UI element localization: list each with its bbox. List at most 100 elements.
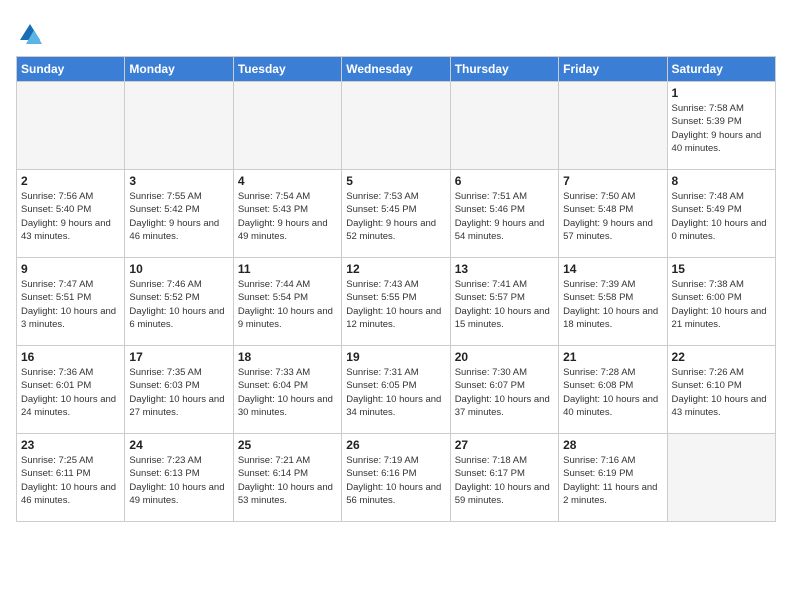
day-info: Sunrise: 7:50 AM Sunset: 5:48 PM Dayligh… — [563, 190, 662, 243]
logo-icon — [16, 20, 44, 48]
day-number: 27 — [455, 438, 554, 452]
day-number: 18 — [238, 350, 337, 364]
calendar-day-4: 4Sunrise: 7:54 AM Sunset: 5:43 PM Daylig… — [233, 170, 341, 258]
day-number: 20 — [455, 350, 554, 364]
calendar-day-17: 17 Sunrise: 7:35 AM Sunset: 6:03 PM Dayli… — [125, 346, 233, 434]
day-number: 16 — [21, 350, 120, 364]
calendar-day-26: 26Sunrise: 7:19 AM Sunset: 6:16 PM Dayli… — [342, 434, 450, 522]
day-info: Sunrise: 7:16 AM Sunset: 6:19 PM Dayligh… — [563, 454, 662, 507]
calendar-day-18: 18 Sunrise: 7:33 AM Sunset: 6:04 PM Dayli… — [233, 346, 341, 434]
calendar-day-23: 23Sunrise: 7:25 AM Sunset: 6:11 PM Dayli… — [17, 434, 125, 522]
day-number: 8 — [672, 174, 771, 188]
calendar-day-14: 14 Sunrise: 7:39 AM Sunset: 5:58 PM Dayli… — [559, 258, 667, 346]
page-header — [16, 16, 776, 48]
calendar-day-21: 21 Sunrise: 7:28 AM Sunset: 6:08 PM Dayli… — [559, 346, 667, 434]
day-info: Sunrise: 7:19 AM Sunset: 6:16 PM Dayligh… — [346, 454, 445, 507]
calendar-week-row: 2 Sunrise: 7:56 AM Sunset: 5:40 PM Daylig… — [17, 170, 776, 258]
day-number: 11 — [238, 262, 337, 276]
day-info: Sunrise: 7:38 AM Sunset: 6:00 PM Dayligh… — [672, 278, 771, 331]
calendar-day-empty — [667, 434, 775, 522]
calendar-day-9: 9 Sunrise: 7:47 AM Sunset: 5:51 PM Daylig… — [17, 258, 125, 346]
day-number: 15 — [672, 262, 771, 276]
calendar-day-2: 2 Sunrise: 7:56 AM Sunset: 5:40 PM Daylig… — [17, 170, 125, 258]
calendar-week-row: 1 Sunrise: 7:58 AM Sunset: 5:39 PM Daylig… — [17, 82, 776, 170]
weekday-header-thursday: Thursday — [450, 57, 558, 82]
day-info: Sunrise: 7:58 AM Sunset: 5:39 PM Dayligh… — [672, 102, 771, 155]
day-number: 28 — [563, 438, 662, 452]
day-number: 13 — [455, 262, 554, 276]
day-info: Sunrise: 7:55 AM Sunset: 5:42 PM Dayligh… — [129, 190, 228, 243]
day-number: 12 — [346, 262, 445, 276]
weekday-header-friday: Friday — [559, 57, 667, 82]
calendar-day-19: 19 Sunrise: 7:31 AM Sunset: 6:05 PM Dayli… — [342, 346, 450, 434]
day-info: Sunrise: 7:30 AM Sunset: 6:07 PM Dayligh… — [455, 366, 554, 419]
day-number: 25 — [238, 438, 337, 452]
calendar-day-empty — [233, 82, 341, 170]
weekday-header-wednesday: Wednesday — [342, 57, 450, 82]
day-info: Sunrise: 7:48 AM Sunset: 5:49 PM Dayligh… — [672, 190, 771, 243]
day-info: Sunrise: 7:51 AM Sunset: 5:46 PM Dayligh… — [455, 190, 554, 243]
calendar-day-22: 22 Sunrise: 7:26 AM Sunset: 6:10 PM Dayli… — [667, 346, 775, 434]
day-info: Sunrise: 7:43 AM Sunset: 5:55 PM Dayligh… — [346, 278, 445, 331]
day-info: Sunrise: 7:33 AM Sunset: 6:04 PM Dayligh… — [238, 366, 337, 419]
calendar-day-empty — [450, 82, 558, 170]
weekday-header-saturday: Saturday — [667, 57, 775, 82]
calendar-day-8: 8 Sunrise: 7:48 AM Sunset: 5:49 PM Daylig… — [667, 170, 775, 258]
calendar-day-27: 27 Sunrise: 7:18 AM Sunset: 6:17 PM Dayli… — [450, 434, 558, 522]
calendar-day-12: 12 Sunrise: 7:43 AM Sunset: 5:55 PM Dayli… — [342, 258, 450, 346]
logo — [16, 20, 48, 48]
calendar-day-10: 10 Sunrise: 7:46 AM Sunset: 5:52 PM Dayli… — [125, 258, 233, 346]
day-info: Sunrise: 7:41 AM Sunset: 5:57 PM Dayligh… — [455, 278, 554, 331]
calendar-week-row: 23Sunrise: 7:25 AM Sunset: 6:11 PM Dayli… — [17, 434, 776, 522]
calendar-day-5: 5 Sunrise: 7:53 AM Sunset: 5:45 PM Daylig… — [342, 170, 450, 258]
calendar-day-empty — [17, 82, 125, 170]
day-info: Sunrise: 7:18 AM Sunset: 6:17 PM Dayligh… — [455, 454, 554, 507]
day-number: 22 — [672, 350, 771, 364]
weekday-header-sunday: Sunday — [17, 57, 125, 82]
day-number: 9 — [21, 262, 120, 276]
weekday-header-row: SundayMondayTuesdayWednesdayThursdayFrid… — [17, 57, 776, 82]
calendar-day-15: 15 Sunrise: 7:38 AM Sunset: 6:00 PM Dayli… — [667, 258, 775, 346]
day-info: Sunrise: 7:39 AM Sunset: 5:58 PM Dayligh… — [563, 278, 662, 331]
day-info: Sunrise: 7:44 AM Sunset: 5:54 PM Dayligh… — [238, 278, 337, 331]
day-info: Sunrise: 7:26 AM Sunset: 6:10 PM Dayligh… — [672, 366, 771, 419]
calendar-day-16: 16 Sunrise: 7:36 AM Sunset: 6:01 PM Dayli… — [17, 346, 125, 434]
day-info: Sunrise: 7:46 AM Sunset: 5:52 PM Dayligh… — [129, 278, 228, 331]
day-number: 14 — [563, 262, 662, 276]
day-info: Sunrise: 7:31 AM Sunset: 6:05 PM Dayligh… — [346, 366, 445, 419]
weekday-header-monday: Monday — [125, 57, 233, 82]
day-number: 10 — [129, 262, 228, 276]
day-number: 5 — [346, 174, 445, 188]
day-info: Sunrise: 7:53 AM Sunset: 5:45 PM Dayligh… — [346, 190, 445, 243]
day-number: 21 — [563, 350, 662, 364]
day-info: Sunrise: 7:23 AM Sunset: 6:13 PM Dayligh… — [129, 454, 228, 507]
calendar-day-11: 11 Sunrise: 7:44 AM Sunset: 5:54 PM Dayli… — [233, 258, 341, 346]
calendar-day-24: 24 Sunrise: 7:23 AM Sunset: 6:13 PM Dayli… — [125, 434, 233, 522]
calendar-day-28: 28 Sunrise: 7:16 AM Sunset: 6:19 PM Dayli… — [559, 434, 667, 522]
calendar-table: SundayMondayTuesdayWednesdayThursdayFrid… — [16, 56, 776, 522]
calendar-week-row: 9 Sunrise: 7:47 AM Sunset: 5:51 PM Daylig… — [17, 258, 776, 346]
day-info: Sunrise: 7:35 AM Sunset: 6:03 PM Dayligh… — [129, 366, 228, 419]
day-info: Sunrise: 7:28 AM Sunset: 6:08 PM Dayligh… — [563, 366, 662, 419]
day-number: 19 — [346, 350, 445, 364]
day-number: 17 — [129, 350, 228, 364]
day-number: 24 — [129, 438, 228, 452]
day-info: Sunrise: 7:36 AM Sunset: 6:01 PM Dayligh… — [21, 366, 120, 419]
day-info: Sunrise: 7:54 AM Sunset: 5:43 PM Dayligh… — [238, 190, 337, 243]
calendar-day-13: 13 Sunrise: 7:41 AM Sunset: 5:57 PM Dayli… — [450, 258, 558, 346]
calendar-day-empty — [342, 82, 450, 170]
calendar-day-empty — [125, 82, 233, 170]
day-info: Sunrise: 7:25 AM Sunset: 6:11 PM Dayligh… — [21, 454, 120, 507]
day-number: 1 — [672, 86, 771, 100]
day-number: 6 — [455, 174, 554, 188]
day-number: 7 — [563, 174, 662, 188]
day-info: Sunrise: 7:47 AM Sunset: 5:51 PM Dayligh… — [21, 278, 120, 331]
day-number: 2 — [21, 174, 120, 188]
calendar-day-7: 7 Sunrise: 7:50 AM Sunset: 5:48 PM Daylig… — [559, 170, 667, 258]
calendar-week-row: 16 Sunrise: 7:36 AM Sunset: 6:01 PM Dayli… — [17, 346, 776, 434]
calendar-day-3: 3Sunrise: 7:55 AM Sunset: 5:42 PM Daylig… — [125, 170, 233, 258]
calendar-day-6: 6 Sunrise: 7:51 AM Sunset: 5:46 PM Daylig… — [450, 170, 558, 258]
calendar-day-25: 25Sunrise: 7:21 AM Sunset: 6:14 PM Dayli… — [233, 434, 341, 522]
calendar-day-1: 1 Sunrise: 7:58 AM Sunset: 5:39 PM Daylig… — [667, 82, 775, 170]
day-info: Sunrise: 7:56 AM Sunset: 5:40 PM Dayligh… — [21, 190, 120, 243]
